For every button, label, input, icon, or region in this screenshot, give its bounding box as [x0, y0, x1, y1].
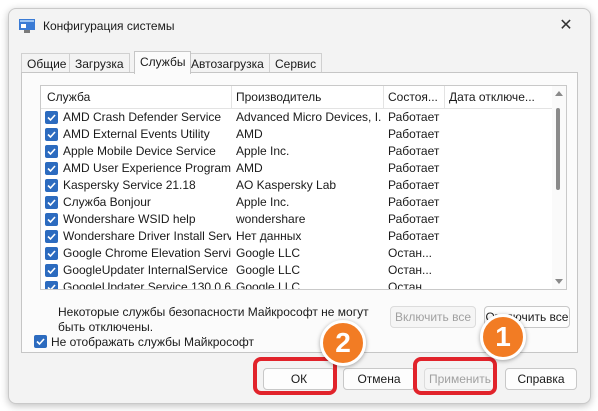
- scroll-down-icon[interactable]: [555, 279, 563, 284]
- service-row[interactable]: Служба Bonjour Apple Inc. Работает: [41, 194, 552, 211]
- enable-all-button[interactable]: Включить все: [390, 306, 476, 328]
- step-badge-2: 2: [320, 320, 366, 366]
- service-name: AMD Crash Defender Service: [63, 110, 222, 124]
- services-list[interactable]: Служба Производитель Состоя... Дата откл…: [40, 85, 567, 290]
- list-header: Служба Производитель Состоя... Дата откл…: [41, 86, 554, 109]
- service-name: GoogleUpdater Service 130.0.6...: [63, 280, 231, 290]
- service-disable-date: [449, 160, 549, 177]
- checkbox-checked-icon[interactable]: [34, 335, 47, 348]
- service-vendor: AMD: [236, 127, 263, 141]
- help-button[interactable]: Справка: [505, 368, 577, 390]
- column-header-vendor[interactable]: Производитель: [232, 86, 384, 108]
- service-disable-date: [449, 228, 549, 245]
- checkbox-checked-icon[interactable]: [45, 281, 58, 289]
- checkbox-checked-icon[interactable]: [45, 145, 58, 158]
- checkbox-checked-icon[interactable]: [45, 162, 58, 175]
- service-row[interactable]: Kaspersky Service 21.18 AO Kaspersky Lab Р…: [41, 177, 552, 194]
- service-name: Wondershare WSID help: [63, 212, 196, 226]
- msconfig-app-icon: [19, 19, 35, 33]
- close-icon[interactable]: ✕: [554, 15, 578, 37]
- column-header-disable-date[interactable]: Дата отключе...: [445, 86, 554, 108]
- service-disable-date: [449, 109, 549, 126]
- checkbox-checked-icon[interactable]: [45, 179, 58, 192]
- service-name: Kaspersky Service 21.18: [63, 178, 196, 192]
- column-header-service[interactable]: Служба: [41, 86, 232, 108]
- checkbox-checked-icon[interactable]: [45, 213, 58, 226]
- service-status: Остан...: [388, 246, 432, 260]
- tab-startup[interactable]: Автозагрузка: [185, 53, 270, 73]
- service-vendor: Google LLC: [236, 280, 301, 290]
- checkbox-checked-icon[interactable]: [45, 247, 58, 260]
- apply-highlight-frame: [413, 357, 497, 395]
- checkbox-checked-icon[interactable]: [45, 264, 58, 277]
- service-status: Работает: [388, 212, 440, 226]
- service-name: Apple Mobile Device Service: [63, 144, 216, 158]
- service-disable-date: [449, 194, 549, 211]
- service-disable-date: [449, 177, 549, 194]
- checkbox-checked-icon[interactable]: [45, 128, 58, 141]
- service-vendor: Apple Inc.: [236, 144, 290, 158]
- tab-general[interactable]: Общие: [21, 53, 73, 73]
- column-header-status[interactable]: Состоя...: [384, 86, 445, 108]
- service-status: Работает: [388, 161, 440, 175]
- service-name: Служба Bonjour: [63, 195, 151, 209]
- service-row[interactable]: AMD External Events Utility AMD Работает: [41, 126, 552, 143]
- title-bar: Конфигурация системы ✕: [9, 9, 590, 43]
- service-vendor: Google LLC: [236, 246, 301, 260]
- vertical-scrollbar[interactable]: [552, 86, 566, 289]
- service-status: Работает: [388, 178, 440, 192]
- window-title: Конфигурация системы: [43, 19, 175, 33]
- service-name: Google Chrome Elevation Servic...: [63, 246, 231, 260]
- service-row[interactable]: GoogleUpdater InternalService ... Google …: [41, 262, 552, 279]
- service-status: Работает: [388, 110, 440, 124]
- service-name: Wondershare Driver Install Servi...: [63, 229, 231, 243]
- service-status: Остан...: [388, 263, 432, 277]
- cancel-button[interactable]: Отмена: [343, 368, 415, 390]
- service-disable-date: [449, 211, 549, 228]
- checkbox-checked-icon[interactable]: [45, 230, 58, 243]
- service-name: AMD External Events Utility: [63, 127, 210, 141]
- service-row[interactable]: Wondershare WSID help wondershare Работает: [41, 211, 552, 228]
- service-row[interactable]: Wondershare Driver Install Servi... Нет д…: [41, 228, 552, 245]
- service-vendor: Google LLC: [236, 263, 301, 277]
- service-vendor: AO Kaspersky Lab: [236, 178, 337, 192]
- service-row[interactable]: AMD User Experience Program D... AMD Работ…: [41, 160, 552, 177]
- service-vendor: AMD: [236, 161, 263, 175]
- service-status: Работает: [388, 195, 440, 209]
- service-name: GoogleUpdater InternalService ...: [63, 263, 231, 277]
- service-disable-date: [449, 262, 549, 279]
- service-vendor: Apple Inc.: [236, 195, 290, 209]
- ok-highlight-frame: [253, 357, 337, 395]
- service-row[interactable]: GoogleUpdater Service 130.0.6... Google L…: [41, 279, 552, 290]
- tab-boot[interactable]: Загрузка: [69, 53, 130, 73]
- service-name: AMD User Experience Program D...: [63, 161, 231, 175]
- service-disable-date: [449, 279, 549, 289]
- service-status: Остан...: [388, 280, 432, 290]
- tab-tools[interactable]: Сервис: [269, 53, 323, 73]
- scroll-up-icon[interactable]: [555, 91, 563, 96]
- checkbox-checked-icon[interactable]: [45, 111, 58, 124]
- service-disable-date: [449, 143, 549, 160]
- service-status: Работает: [388, 229, 440, 243]
- service-row[interactable]: Google Chrome Elevation Servic... Google …: [41, 245, 552, 262]
- service-disable-date: [449, 245, 549, 262]
- service-status: Работает: [388, 127, 440, 141]
- hide-ms-services-label: Не отображать службы Майкрософт: [51, 335, 255, 349]
- service-disable-date: [449, 126, 549, 143]
- service-vendor: wondershare: [236, 212, 306, 226]
- service-status: Работает: [388, 144, 440, 158]
- service-row[interactable]: Apple Mobile Device Service Apple Inc. Раб…: [41, 143, 552, 160]
- checkbox-checked-icon[interactable]: [45, 196, 58, 209]
- tab-services[interactable]: Службы: [134, 51, 192, 74]
- service-vendor: Advanced Micro Devices, I...: [236, 110, 382, 124]
- service-vendor: Нет данных: [236, 229, 302, 243]
- step-badge-1: 1: [480, 314, 526, 360]
- scroll-thumb[interactable]: [556, 108, 560, 190]
- service-row[interactable]: AMD Crash Defender Service Advanced Micro…: [41, 109, 552, 126]
